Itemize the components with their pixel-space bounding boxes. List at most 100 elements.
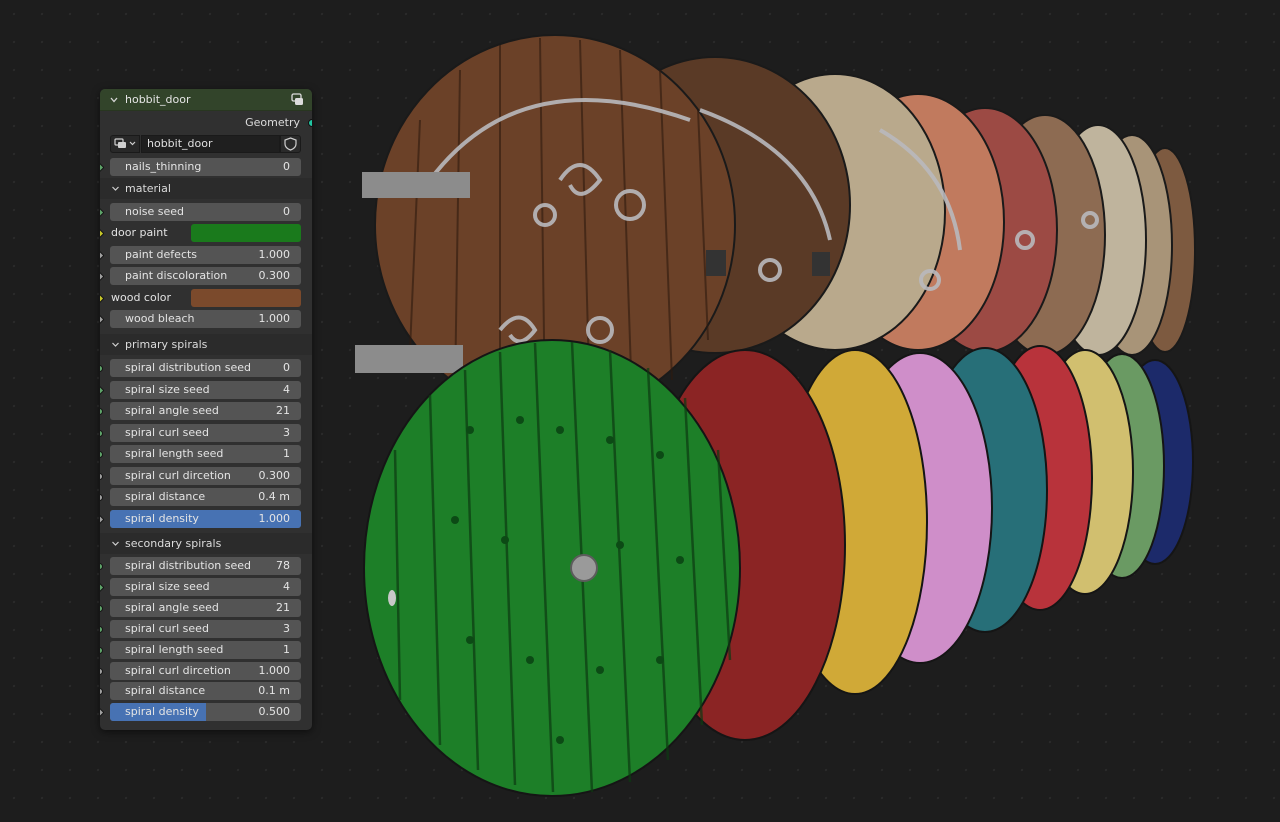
spiral-param-value: 1.000 — [258, 511, 291, 525]
input-socket[interactable] — [100, 688, 103, 696]
input-socket[interactable] — [100, 408, 103, 415]
paint-defects-field[interactable]: paint defects 1.000 — [110, 246, 301, 264]
noise-seed-field[interactable]: noise seed 0 — [110, 203, 301, 221]
nails-thinning-label: nails_thinning — [125, 160, 202, 173]
spiral-param-field[interactable]: spiral length seed 1 — [110, 640, 301, 659]
paint-defects-label: paint defects — [125, 248, 198, 261]
spiral-param-field[interactable]: spiral distribution seed 0 — [110, 359, 301, 377]
spiral-param-field[interactable]: spiral distance 0.4 m — [110, 488, 301, 506]
input-socket[interactable] — [100, 667, 103, 675]
spiral-param-row: spiral distance 0.4 m — [100, 487, 312, 508]
spiral-param-field[interactable]: spiral curl seed 3 — [110, 619, 301, 638]
spiral-param-field[interactable]: spiral curl dircetion 1.000 — [110, 661, 301, 680]
paint-defects-value: 1.000 — [258, 248, 291, 261]
input-socket[interactable] — [100, 563, 103, 570]
chevron-down-icon — [112, 186, 119, 191]
spiral-param-value: 0.300 — [258, 468, 291, 482]
fake-user-button[interactable] — [280, 135, 301, 153]
spiral-param-field[interactable]: spiral length seed 1 — [110, 445, 301, 463]
spiral-param-field[interactable]: spiral density 0.500 — [110, 703, 301, 722]
nails-thinning-socket[interactable] — [100, 162, 105, 173]
input-socket[interactable] — [100, 494, 103, 501]
input-socket[interactable] — [100, 451, 103, 458]
paint-discoloration-socket[interactable] — [100, 271, 105, 282]
noise-seed-row: noise seed 0 — [100, 202, 312, 223]
spiral-param-label: spiral distribution seed — [125, 361, 252, 374]
wood-bleach-socket[interactable] — [100, 314, 105, 325]
input-socket[interactable] — [100, 385, 105, 395]
input-socket[interactable] — [100, 604, 103, 612]
input-socket[interactable] — [100, 625, 103, 633]
hinge-top — [362, 172, 470, 198]
spiral-param-row: spiral curl dircetion 0.300 — [100, 466, 312, 487]
spiral-param-value: 0.1 m — [258, 684, 290, 698]
node-group-selector: hobbit_door — [100, 134, 312, 156]
spiral-param-label: spiral curl dircetion — [125, 663, 231, 677]
spiral-param-field[interactable]: spiral density 1.000 — [110, 509, 301, 528]
node-title: hobbit_door — [125, 93, 191, 106]
spiral-param-field[interactable]: spiral distance 0.1 m — [110, 682, 301, 701]
input-socket[interactable] — [100, 707, 105, 718]
input-socket[interactable] — [100, 514, 105, 524]
material-panel-header[interactable]: material — [100, 178, 312, 199]
input-socket[interactable] — [100, 472, 103, 480]
node-group-browse-button[interactable] — [110, 135, 140, 153]
spiral-param-field[interactable]: spiral angle seed 21 — [110, 598, 301, 617]
primary-spirals-panel-header[interactable]: primary spirals — [100, 334, 312, 355]
wood-color-socket[interactable] — [100, 293, 105, 304]
spiral-param-row: spiral density 1.000 — [100, 509, 312, 530]
spiral-param-field[interactable]: spiral size seed 4 — [110, 577, 301, 596]
spiral-param-value: 0.4 m — [258, 490, 290, 503]
spiral-param-value: 4 — [283, 579, 290, 593]
spiral-param-value: 3 — [283, 621, 290, 635]
node-header[interactable]: hobbit_door — [100, 89, 312, 111]
wood-bleach-field[interactable]: wood bleach 1.000 — [110, 310, 301, 328]
geometry-output: Geometry — [100, 111, 312, 134]
spiral-param-row: spiral distribution seed 0 — [100, 358, 312, 379]
spiral-param-label: spiral distance — [125, 684, 206, 698]
spiral-param-field[interactable]: spiral curl dircetion 0.300 — [110, 466, 301, 485]
secondary-spirals-panel-header[interactable]: secondary spirals — [100, 533, 312, 554]
node-group-name-field[interactable]: hobbit_door — [141, 135, 280, 153]
node-group-icon[interactable] — [290, 92, 305, 107]
spiral-param-label: spiral curl seed — [125, 425, 209, 439]
spiral-param-row: spiral length seed 1 — [100, 640, 312, 661]
noise-seed-socket[interactable] — [100, 207, 105, 218]
door-paint-color-swatch[interactable] — [191, 224, 301, 242]
spiral-param-field[interactable]: spiral angle seed 21 — [110, 402, 301, 420]
paint-defects-socket[interactable] — [100, 250, 105, 261]
nails-thinning-value: 0 — [283, 160, 290, 173]
spiral-param-field[interactable]: spiral curl seed 3 — [110, 423, 301, 442]
input-socket[interactable] — [100, 365, 103, 372]
spiral-param-row: spiral distribution seed 78 — [100, 556, 312, 577]
spiral-param-label: spiral distance — [125, 490, 206, 503]
wood-color-swatch[interactable] — [191, 289, 301, 307]
spiral-param-value: 0 — [283, 361, 290, 374]
hobbit-door-node[interactable]: hobbit_door Geometry hobbit_door nails_t… — [100, 89, 312, 730]
paint-discoloration-value: 0.300 — [258, 269, 291, 282]
spiral-param-row: spiral size seed 4 — [100, 380, 312, 401]
spiral-param-value: 1 — [283, 447, 290, 460]
input-socket[interactable] — [100, 429, 103, 437]
door-paint-label: door paint — [111, 226, 168, 239]
door-paint-socket[interactable] — [100, 228, 105, 239]
geometry-output-socket[interactable] — [308, 119, 312, 127]
spiral-param-row: spiral size seed 4 — [100, 577, 312, 598]
paint-discoloration-field[interactable]: paint discoloration 0.300 — [110, 267, 301, 285]
spiral-param-field[interactable]: spiral size seed 4 — [110, 380, 301, 399]
nails-thinning-field[interactable]: nails_thinning 0 — [110, 158, 301, 176]
spiral-param-value: 0.500 — [258, 705, 291, 719]
spiral-param-label: spiral density — [125, 705, 199, 719]
input-socket[interactable] — [100, 582, 105, 593]
door-knob — [570, 554, 598, 582]
spiral-param-value: 3 — [283, 425, 290, 439]
material-panel-label: material — [125, 182, 171, 195]
spiral-param-field[interactable]: spiral distribution seed 78 — [110, 557, 301, 575]
input-socket[interactable] — [100, 646, 103, 654]
spiral-param-value: 21 — [276, 404, 290, 417]
spiral-param-row: spiral curl seed 3 — [100, 423, 312, 444]
collapse-chevron-icon[interactable] — [109, 95, 119, 105]
chevron-down-icon — [112, 541, 119, 546]
spiral-param-label: spiral curl dircetion — [125, 468, 231, 482]
front-door-1 — [363, 339, 741, 797]
